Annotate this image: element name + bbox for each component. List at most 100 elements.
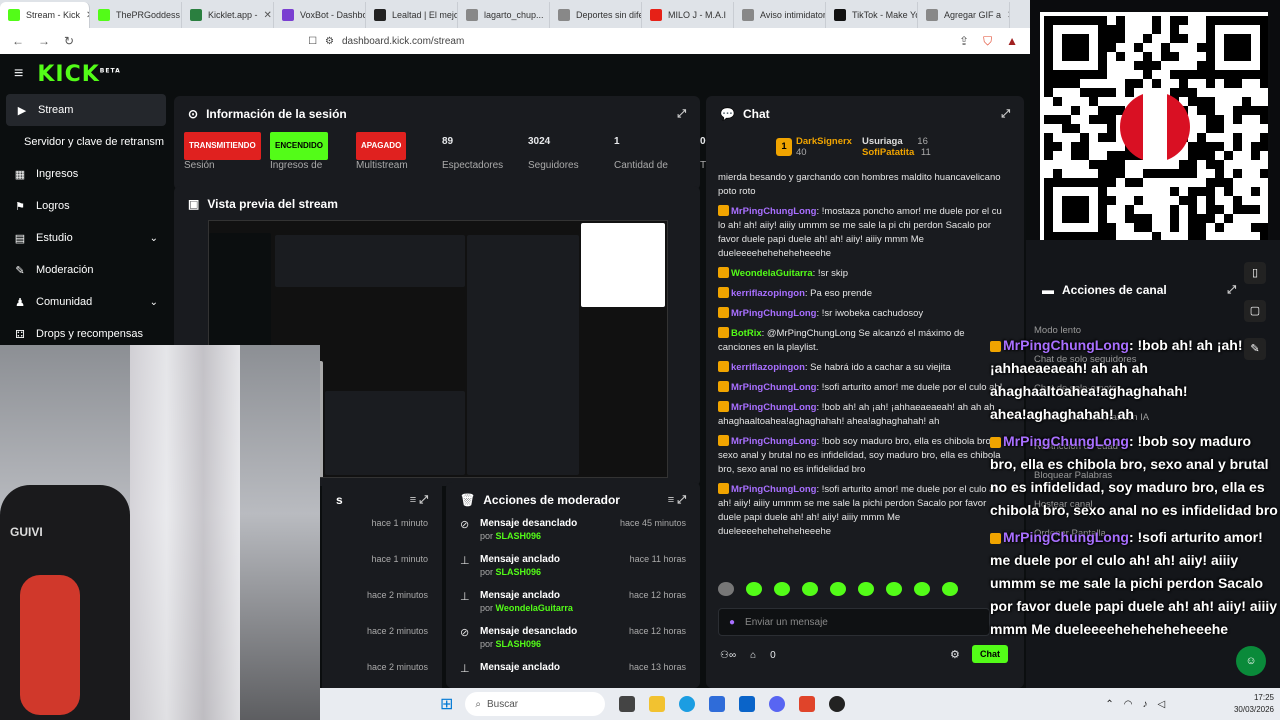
brave-shield-icon[interactable]: ⛉ bbox=[983, 34, 992, 49]
chat-username[interactable]: BotRix bbox=[731, 328, 762, 339]
back-icon[interactable]: ← bbox=[12, 34, 24, 48]
mod-action-user[interactable]: WeondelaGuitarra bbox=[496, 603, 573, 613]
toolbar-doc-icon[interactable]: ▯ bbox=[1244, 262, 1266, 284]
emote-icon[interactable] bbox=[774, 582, 790, 596]
toolbar-chat-icon[interactable]: ▢ bbox=[1244, 300, 1266, 322]
browser-tab[interactable]: MILO J - M.A.I✕ bbox=[642, 2, 734, 28]
tab-close-icon[interactable]: ✕ bbox=[1007, 10, 1009, 21]
bookmark-icon[interactable]: ☐ bbox=[308, 36, 317, 47]
browser-tab[interactable]: VoxBot - Dashbo✕ bbox=[274, 2, 366, 28]
chevron-down-icon[interactable]: ⌄ bbox=[150, 297, 158, 308]
tray-chevron-icon[interactable]: ⌃ bbox=[1105, 699, 1113, 710]
rewards-icon[interactable]: ▲ bbox=[1006, 34, 1018, 48]
chat-username[interactable]: MrPingChungLong bbox=[731, 402, 816, 413]
browser-tab[interactable]: TikTok - Make Yo✕ bbox=[826, 2, 918, 28]
outlook-icon[interactable] bbox=[739, 696, 756, 712]
tab-title: Deportes sin dife bbox=[576, 10, 642, 20]
channel-icon: ▬ bbox=[1042, 283, 1054, 297]
volume-icon[interactable]: ◁ bbox=[1158, 699, 1166, 710]
store-icon[interactable]: ⌂ bbox=[750, 650, 756, 661]
mic-icon[interactable]: ● bbox=[729, 617, 735, 628]
people-icon[interactable]: ⚇∞ bbox=[720, 650, 736, 661]
preview-header: ▣ Vista previa del stream bbox=[174, 186, 700, 222]
sidebar-item[interactable]: ▤ Estudio ⌄ bbox=[0, 222, 172, 254]
channel-expand-icon[interactable]: ⤢ bbox=[1227, 284, 1236, 297]
url-field[interactable]: ☐ ⚙ dashboard.kick.com/stream bbox=[308, 36, 945, 47]
browser-tab[interactable]: lagarto_chup...✕ bbox=[458, 2, 550, 28]
expand-icon[interactable]: ⤢ bbox=[677, 108, 686, 121]
forward-icon[interactable]: → bbox=[38, 34, 50, 48]
emote-icon[interactable] bbox=[746, 582, 762, 596]
chat-input[interactable]: ● Enviar un mensaje bbox=[718, 608, 990, 636]
emote-icon[interactable] bbox=[942, 582, 958, 596]
browser-tab[interactable]: Lealtad | El mejor✕ bbox=[366, 2, 458, 28]
edge-icon[interactable] bbox=[679, 696, 696, 712]
file-explorer-icon[interactable] bbox=[649, 696, 666, 712]
sidebar-item[interactable]: Servidor y clave de retransm bbox=[0, 126, 172, 158]
overlay-message: MrPingChungLong: !sofi arturito amor! me… bbox=[990, 526, 1280, 641]
chat-username[interactable]: MrPingChungLong bbox=[731, 382, 816, 393]
kick-logo[interactable]: KICKBETA bbox=[37, 62, 120, 87]
emote-icon[interactable] bbox=[718, 582, 734, 596]
chat-settings-icon[interactable]: ⚙ bbox=[950, 648, 960, 661]
browser-tab[interactable]: ThePRGoddess✕ bbox=[90, 2, 182, 28]
chat-expand-icon[interactable]: ⤢ bbox=[1001, 108, 1010, 121]
emote-icon[interactable] bbox=[914, 582, 930, 596]
chat-username[interactable]: WeondelaGuitarra bbox=[731, 268, 813, 279]
emote-icon[interactable] bbox=[858, 582, 874, 596]
preview-title: Vista previa del stream bbox=[207, 197, 338, 211]
task-view-icon[interactable] bbox=[619, 696, 636, 712]
browser-tab[interactable]: Kicklet.app - ✕ bbox=[182, 2, 274, 28]
mod-action-user[interactable]: SLASH096 bbox=[496, 567, 542, 577]
sidebar-item[interactable]: ▦ Ingresos bbox=[0, 158, 172, 190]
mod-action-time: hace 11 horas bbox=[629, 554, 686, 564]
browser-tab[interactable]: Aviso intimidator✕ bbox=[734, 2, 826, 28]
sidebar-item-label: Logros bbox=[36, 200, 70, 212]
emote-icon[interactable] bbox=[830, 582, 846, 596]
taskbar-clock[interactable]: 17:25 30/03/2026 bbox=[1234, 692, 1274, 716]
sidebar-item[interactable]: ✎ Moderación bbox=[0, 254, 172, 286]
tab-close-icon[interactable]: ✕ bbox=[264, 10, 272, 21]
chevron-down-icon[interactable]: ⌄ bbox=[150, 233, 158, 244]
taskbar-search[interactable]: ⌕ Buscar bbox=[465, 692, 606, 716]
obs-icon[interactable] bbox=[829, 696, 846, 712]
tab-title: Stream - Kick bbox=[26, 10, 81, 20]
history-time: hace 1 minuto bbox=[371, 554, 428, 564]
share-icon[interactable]: ⇪ bbox=[959, 34, 969, 48]
store-app-icon[interactable] bbox=[709, 696, 726, 712]
browser-tab[interactable]: Stream - Kick✕ bbox=[0, 2, 90, 28]
filter-icon[interactable]: ≡ ⤢ bbox=[410, 494, 428, 507]
mod-filter-icon[interactable]: ≡ ⤢ bbox=[668, 494, 686, 507]
chat-username[interactable]: MrPingChungLong bbox=[731, 308, 816, 319]
browser-tab[interactable]: Deportes sin dife✕ bbox=[550, 2, 642, 28]
chat-username[interactable]: kerriflazopingon bbox=[731, 288, 805, 299]
sidebar-item[interactable]: ⚑ Logros bbox=[0, 190, 172, 222]
discord-icon[interactable] bbox=[769, 696, 786, 712]
tab-title: ThePRGoddess bbox=[116, 10, 181, 20]
mod-action-user[interactable]: SLASH096 bbox=[496, 639, 542, 649]
menu-icon[interactable]: ≡ bbox=[14, 65, 23, 83]
emote-icon[interactable] bbox=[886, 582, 902, 596]
chat-username[interactable]: MrPingChungLong bbox=[731, 484, 816, 495]
wifi-icon[interactable]: ◠ bbox=[1124, 699, 1133, 710]
site-info-icon[interactable]: ⚙ bbox=[325, 36, 334, 47]
taskbar-search-placeholder: Buscar bbox=[487, 698, 519, 710]
reload-icon[interactable]: ↻ bbox=[64, 34, 74, 48]
browser-tab[interactable]: Agregar GIF a ✕ bbox=[918, 2, 1010, 28]
chat-username[interactable]: kerriflazopingon bbox=[731, 362, 805, 373]
user-badge-icon bbox=[718, 401, 729, 412]
overlay-green-button[interactable]: ☺ bbox=[1236, 646, 1266, 676]
sidebar-item[interactable]: ♟ Comunidad ⌄ bbox=[0, 286, 172, 318]
preview-mini-moderation bbox=[325, 391, 465, 475]
emote-icon[interactable] bbox=[802, 582, 818, 596]
sidebar-item[interactable]: ▶ Stream bbox=[6, 94, 166, 126]
chat-username[interactable]: MrPingChungLong bbox=[731, 206, 816, 217]
chat-username[interactable]: MrPingChungLong bbox=[731, 436, 816, 447]
tab-title: TikTok - Make Yo bbox=[852, 10, 918, 20]
windows-start-icon[interactable]: ⊞ bbox=[440, 694, 453, 714]
mic-tray-icon[interactable]: ♪ bbox=[1143, 699, 1148, 710]
chat-send-button[interactable]: Chat bbox=[972, 645, 1008, 663]
brave-icon[interactable] bbox=[799, 696, 816, 712]
stat-label: Espectadores bbox=[442, 160, 504, 171]
mod-action-user[interactable]: SLASH096 bbox=[496, 531, 542, 541]
